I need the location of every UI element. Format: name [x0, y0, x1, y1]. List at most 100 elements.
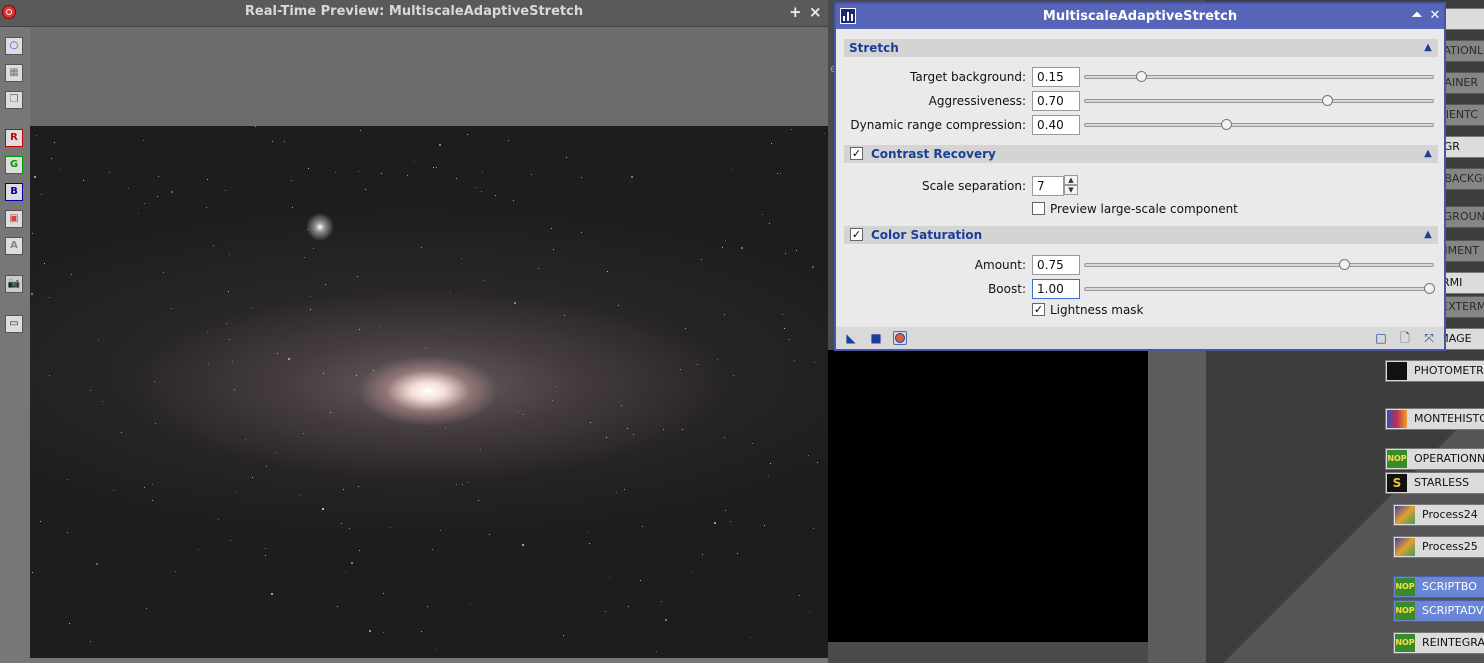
star [277, 353, 278, 354]
star [171, 191, 173, 193]
red-channel-icon[interactable]: R [5, 129, 23, 147]
star [252, 308, 253, 309]
process-icon-photometr[interactable]: PHOTOMETR [1385, 360, 1484, 382]
star [468, 482, 469, 483]
process-icon-process25[interactable]: Process25 [1393, 536, 1484, 558]
star [303, 433, 304, 434]
star [590, 422, 591, 423]
new-instance-icon[interactable]: ◣ [844, 331, 858, 345]
dialog-titlebar[interactable]: MultiscaleAdaptiveStretch ⏶ ✕ [836, 4, 1444, 29]
collapse-icon[interactable]: ▲ [1422, 229, 1434, 241]
alpha-channel-icon[interactable]: A [5, 237, 23, 255]
contrast-section-title: Contrast Recovery [871, 147, 996, 161]
star [225, 190, 226, 191]
slider-thumb[interactable] [1339, 259, 1350, 270]
collapse-icon[interactable]: ▲ [1422, 42, 1434, 54]
star [229, 254, 230, 255]
process-icon-montehisto[interactable]: MONTEHISTO [1385, 408, 1484, 430]
grid-tool-icon[interactable]: ▦ [5, 64, 23, 82]
star [607, 271, 608, 272]
camera-icon[interactable]: 📷 [5, 275, 23, 293]
dialog-close-icon[interactable]: ✕ [1428, 9, 1442, 23]
close-button[interactable]: × [809, 4, 822, 20]
slider-thumb[interactable] [1322, 95, 1333, 106]
color-enable-checkbox[interactable]: ✓ [850, 228, 863, 241]
process-icon-operationn[interactable]: NOP OPERATIONN [1385, 448, 1484, 470]
star [813, 528, 814, 529]
star [67, 479, 68, 480]
drc-slider[interactable] [1084, 119, 1434, 130]
star [49, 375, 50, 376]
color-section-header[interactable]: ✓ Color Saturation ▲ [844, 226, 1438, 244]
rgb-channel-icon[interactable]: ▣ [5, 210, 23, 228]
amount-slider[interactable] [1084, 259, 1434, 270]
star [508, 140, 509, 141]
spin-up-icon[interactable]: ▲ [1064, 175, 1078, 185]
layers-tool-icon[interactable]: ❐ [5, 91, 23, 109]
star [750, 637, 751, 638]
aggressiveness-field[interactable]: 0.70 [1032, 91, 1080, 111]
realtime-preview-icon[interactable] [893, 331, 907, 345]
window-icon[interactable]: ▭ [5, 315, 23, 333]
star [232, 361, 233, 362]
process-icon-scriptbo[interactable]: NOP SCRIPTBO [1393, 576, 1484, 598]
target-background-field[interactable]: 0.15 [1032, 67, 1080, 87]
amount-field[interactable]: 0.75 [1032, 255, 1080, 275]
star [770, 463, 771, 464]
star [255, 126, 256, 127]
star [369, 630, 371, 632]
process-icon-process24[interactable]: Process24 [1393, 504, 1484, 526]
boost-field[interactable]: 1.00 [1032, 279, 1080, 299]
process-icon-reintegra[interactable]: NOP REINTEGRA [1393, 632, 1484, 654]
star [432, 549, 433, 550]
drc-field[interactable]: 0.40 [1032, 115, 1080, 135]
preview-titlebar[interactable]: Real-Time Preview: MultiscaleAdaptiveStr… [0, 0, 828, 27]
process-icon-label: MONTEHISTO [1414, 412, 1484, 425]
star [556, 386, 557, 387]
star [144, 487, 145, 488]
stretch-section-header[interactable]: Stretch ▲ [844, 39, 1438, 57]
star [439, 144, 441, 146]
star [308, 168, 309, 169]
star [417, 369, 418, 370]
star [731, 169, 732, 170]
slider-thumb[interactable] [1136, 71, 1147, 82]
star [213, 245, 214, 246]
star [380, 326, 381, 327]
boost-slider[interactable] [1084, 283, 1435, 294]
star [390, 527, 391, 528]
star [606, 437, 607, 438]
star [32, 233, 33, 234]
reset-icon[interactable]: □ [1374, 331, 1388, 345]
slider-thumb[interactable] [1424, 283, 1435, 294]
scale-separation-field[interactable]: 7 [1032, 176, 1064, 196]
preview-large-scale-checkbox[interactable] [1032, 202, 1045, 215]
star [796, 250, 797, 251]
contrast-section-header[interactable]: ✓ Contrast Recovery ▲ [844, 145, 1438, 163]
scale-separation-spinner[interactable]: ▲ ▼ [1064, 175, 1078, 197]
shade-icon[interactable]: ⏶ [1410, 9, 1424, 23]
target-background-slider[interactable] [1084, 71, 1434, 82]
pin-button[interactable]: + [789, 4, 802, 20]
expand-icon[interactable]: ⤧ [1422, 331, 1436, 345]
process-icon-scriptadv[interactable]: NOP SCRIPTADV [1393, 600, 1484, 622]
star [175, 571, 176, 572]
blue-channel-icon[interactable]: B [5, 183, 23, 201]
document-icon[interactable]: 🗋 [1398, 331, 1412, 345]
star [633, 434, 634, 435]
aggressiveness-slider[interactable] [1084, 95, 1434, 106]
apply-icon[interactable]: ■ [869, 331, 883, 345]
spin-down-icon[interactable]: ▼ [1064, 185, 1078, 195]
green-channel-icon[interactable]: G [5, 156, 23, 174]
contrast-enable-checkbox[interactable]: ✓ [850, 147, 863, 160]
workspace-gray-block [1148, 350, 1206, 663]
slider-thumb[interactable] [1221, 119, 1232, 130]
close-circle-icon[interactable] [2, 5, 16, 19]
circle-tool-icon[interactable]: ○ [5, 37, 23, 55]
lightness-mask-checkbox[interactable]: ✓ [1032, 303, 1045, 316]
star [229, 339, 230, 340]
process-icon-label: PHOTOMETR [1414, 364, 1484, 377]
process-icon-starless[interactable]: S STARLESS [1385, 472, 1484, 494]
star [358, 486, 359, 487]
collapse-icon[interactable]: ▲ [1422, 148, 1434, 160]
